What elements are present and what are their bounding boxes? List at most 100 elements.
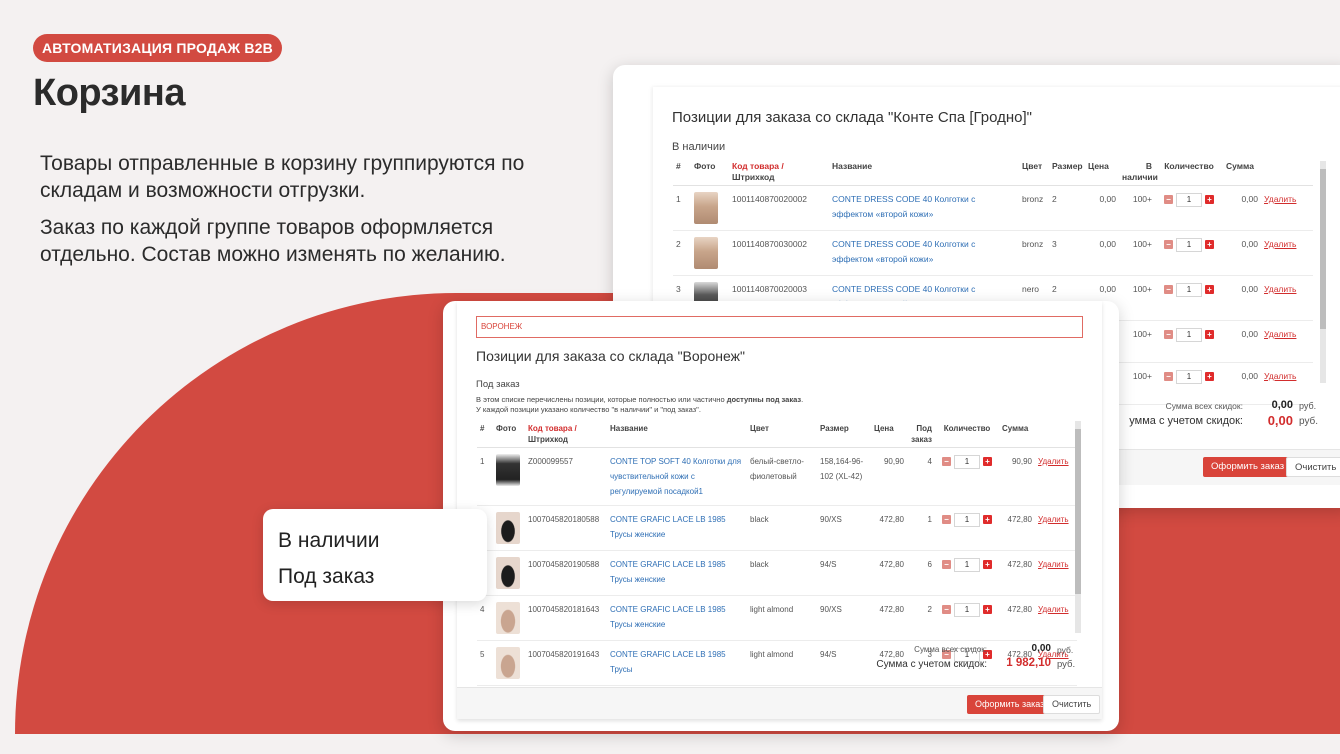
- increase-qty-button[interactable]: +: [1205, 195, 1214, 204]
- increase-qty-button[interactable]: +: [983, 560, 992, 569]
- row-number: 5: [477, 640, 493, 686]
- increase-qty-button[interactable]: +: [1205, 285, 1214, 294]
- delete-link[interactable]: Удалить: [1261, 230, 1313, 276]
- col-code[interactable]: Код товара / Штрихкод: [525, 421, 607, 448]
- quantity-cell: −1 +: [935, 550, 999, 596]
- decrease-qty-button[interactable]: −: [942, 515, 951, 524]
- delete-link[interactable]: Удалить: [1035, 447, 1077, 506]
- product-photo[interactable]: [694, 192, 718, 224]
- quantity-stepper[interactable]: −1 +: [1164, 282, 1214, 297]
- grodno-clear-button[interactable]: Очистить: [1286, 457, 1340, 477]
- quantity-input[interactable]: 1: [1176, 237, 1202, 252]
- voronezh-cart-screenshot: ВОРОНЕЖ Позиции для заказа со склада "Во…: [443, 301, 1119, 731]
- order-count: 6: [907, 550, 935, 596]
- product-photo-cell: [691, 185, 729, 231]
- product-name-link[interactable]: CONTE GRAFIC LACE LB 1985 Трусы женские: [607, 595, 747, 641]
- product-name-link[interactable]: CONTE GRAFIC LACE LB 1985 Трусы: [607, 640, 747, 686]
- grodno-order-button[interactable]: Оформить заказ: [1203, 457, 1293, 477]
- product-photo[interactable]: [496, 454, 520, 486]
- product-size: 94/S: [817, 550, 871, 596]
- voronezh-total-label: Сумма с учетом скидок:: [876, 659, 987, 670]
- product-name-link[interactable]: CONTE DRESS CODE 40 Колготки с эффектом …: [829, 230, 1019, 276]
- delete-link[interactable]: Удалить: [1261, 275, 1313, 321]
- product-photo-cell: [493, 640, 525, 686]
- quantity-input[interactable]: 1: [1176, 192, 1202, 207]
- legend-on-order: Под заказ: [278, 565, 375, 588]
- product-price: 90,90: [871, 447, 907, 506]
- quantity-input[interactable]: 1: [954, 512, 980, 527]
- increase-qty-button[interactable]: +: [1205, 330, 1214, 339]
- grodno-group-label: В наличии: [672, 141, 726, 153]
- quantity-input[interactable]: 1: [954, 454, 980, 469]
- delete-link[interactable]: Удалить: [1035, 550, 1077, 596]
- delete-link[interactable]: Удалить: [1261, 320, 1313, 363]
- decrease-qty-button[interactable]: −: [1164, 240, 1173, 249]
- row-number: 2: [673, 230, 691, 276]
- increase-qty-button[interactable]: +: [983, 515, 992, 524]
- decrease-qty-button[interactable]: −: [1164, 195, 1173, 204]
- product-price: 472,80: [871, 550, 907, 596]
- table-row: 31007045820190588CONTE GRAFIC LACE LB 19…: [477, 550, 1077, 596]
- product-name-link[interactable]: CONTE DRESS CODE 40 Колготки с эффектом …: [829, 185, 1019, 231]
- quantity-cell: −1 +: [1155, 230, 1223, 276]
- decrease-qty-button[interactable]: −: [1164, 285, 1173, 294]
- quantity-stepper[interactable]: −1 +: [942, 512, 992, 527]
- product-color: bronz: [1019, 185, 1049, 231]
- quantity-input[interactable]: 1: [954, 602, 980, 617]
- product-photo[interactable]: [496, 557, 520, 589]
- quantity-stepper[interactable]: −1 +: [942, 602, 992, 617]
- col-sum: Сумма: [999, 421, 1035, 448]
- increase-qty-button[interactable]: +: [983, 605, 992, 614]
- product-photo[interactable]: [694, 237, 718, 269]
- voronezh-order-button[interactable]: Оформить заказ: [967, 695, 1053, 714]
- product-size: 3: [1049, 230, 1085, 276]
- delete-link[interactable]: Удалить: [1035, 595, 1077, 641]
- product-name-link[interactable]: CONTE GRAFIC LACE LB 1985 Трусы женские: [607, 550, 747, 596]
- voronezh-scrollbar[interactable]: [1075, 421, 1081, 633]
- decrease-qty-button[interactable]: −: [942, 560, 951, 569]
- product-photo[interactable]: [496, 602, 520, 634]
- col-qty: Количество: [935, 421, 999, 448]
- quantity-stepper[interactable]: −1 +: [1164, 369, 1214, 384]
- quantity-stepper[interactable]: −1 +: [1164, 327, 1214, 342]
- quantity-input[interactable]: 1: [954, 557, 980, 572]
- increase-qty-button[interactable]: +: [1205, 240, 1214, 249]
- availability-legend-callout: В наличии Под заказ: [263, 509, 487, 601]
- quantity-stepper[interactable]: −1 +: [942, 557, 992, 572]
- col-code[interactable]: Код товара / Штрихкод: [729, 159, 829, 186]
- table-row: 2 1001140870030002 CONTE DRESS CODE 40 Кол…: [673, 230, 1313, 276]
- decrease-qty-button[interactable]: −: [942, 605, 951, 614]
- quantity-input[interactable]: 1: [1176, 282, 1202, 297]
- voronezh-group-label: Под заказ: [476, 379, 520, 390]
- decrease-qty-button[interactable]: −: [1164, 330, 1173, 339]
- quantity-cell: −1 +: [935, 505, 999, 551]
- quantity-stepper[interactable]: −1 +: [1164, 237, 1214, 252]
- quantity-input[interactable]: 1: [1176, 369, 1202, 384]
- product-photo-cell: [493, 447, 525, 506]
- grodno-total-value: 0,00: [1267, 413, 1293, 428]
- product-photo[interactable]: [496, 647, 520, 679]
- voronezh-clear-button[interactable]: Очистить: [1043, 695, 1101, 714]
- product-name-link[interactable]: CONTE TOP SOFT 40 Колготки для чувствите…: [607, 447, 747, 506]
- decrease-qty-button[interactable]: −: [1164, 372, 1173, 381]
- product-photo-cell: [691, 230, 729, 276]
- col-stock: Вналичии: [1119, 159, 1158, 186]
- col-qty: Количество: [1155, 159, 1223, 186]
- delete-link[interactable]: Удалить: [1035, 505, 1077, 551]
- delete-link[interactable]: Удалить: [1261, 185, 1313, 231]
- decrease-qty-button[interactable]: −: [942, 457, 951, 466]
- quantity-stepper[interactable]: −1 +: [942, 454, 992, 469]
- quantity-input[interactable]: 1: [1176, 327, 1202, 342]
- quantity-cell: −1 +: [935, 595, 999, 641]
- table-row: 4 1007045820181643 CONTE GRAFIC LACE LB 19…: [477, 595, 1077, 641]
- product-size: 90/XS: [817, 505, 871, 551]
- grodno-scrollbar[interactable]: [1320, 161, 1326, 383]
- quantity-stepper[interactable]: −1 +: [1164, 192, 1214, 207]
- product-name-link[interactable]: CONTE GRAFIC LACE LB 1985 Трусы женские: [607, 505, 747, 551]
- product-color: black: [747, 550, 817, 596]
- increase-qty-button[interactable]: +: [1205, 372, 1214, 381]
- product-code: 1001140870030002: [729, 230, 829, 276]
- warehouse-search-input[interactable]: ВОРОНЕЖ: [476, 316, 1083, 338]
- increase-qty-button[interactable]: +: [983, 457, 992, 466]
- product-photo[interactable]: [496, 512, 520, 544]
